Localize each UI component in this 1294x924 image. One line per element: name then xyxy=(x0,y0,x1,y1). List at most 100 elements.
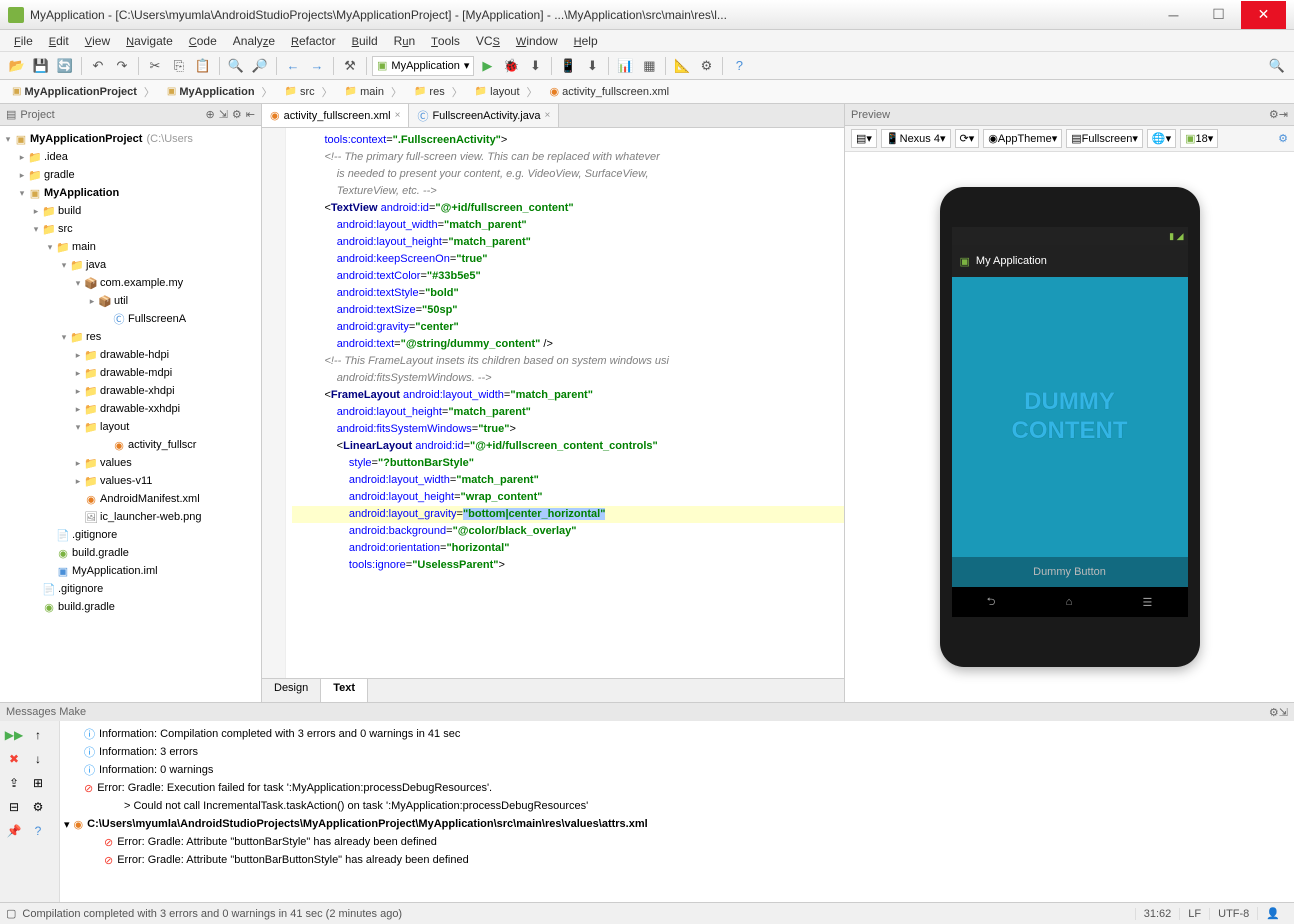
minimize-button[interactable]: ─ xyxy=(1151,1,1196,29)
tree-src[interactable]: src xyxy=(56,223,73,235)
filter-icon[interactable]: ⚙ xyxy=(28,797,48,817)
bc-main[interactable]: 📁main xyxy=(339,82,408,102)
cut-icon[interactable]: ✂ xyxy=(144,55,166,77)
variant-selector[interactable]: ▤Fullscreen▾ xyxy=(1066,129,1143,148)
menu-refactor[interactable]: Refactor xyxy=(283,32,344,50)
menu-edit[interactable]: Edit xyxy=(41,32,77,50)
text-tab[interactable]: Text xyxy=(321,679,368,702)
menu-vcs[interactable]: VCS xyxy=(468,32,508,50)
ddms-icon[interactable]: ▦ xyxy=(638,55,660,77)
bc-res[interactable]: 📁res xyxy=(408,82,469,102)
locale-icon[interactable]: 🌐▾ xyxy=(1147,129,1176,148)
collapse-icon[interactable]: ⇲ xyxy=(219,108,228,121)
make-icon[interactable]: ⚒ xyxy=(339,55,361,77)
tree-gradle[interactable]: gradle xyxy=(42,169,75,181)
copy-icon[interactable]: ⎘ xyxy=(168,55,190,77)
inspector-icon[interactable]: 👤 xyxy=(1257,907,1288,920)
tree-drawable-mdpi[interactable]: drawable-mdpi xyxy=(98,367,172,379)
structure-icon[interactable]: 📐 xyxy=(671,55,693,77)
menu-help[interactable]: Help xyxy=(566,32,606,50)
run-icon[interactable]: ▶ xyxy=(476,55,498,77)
menu-file[interactable]: File xyxy=(6,32,41,50)
tree-launcher[interactable]: ic_launcher-web.png xyxy=(98,511,202,523)
forward-icon[interactable]: → xyxy=(306,55,328,77)
close-icon[interactable]: × xyxy=(395,110,401,121)
status-toggle-icon[interactable]: ▢ xyxy=(6,907,16,920)
tree-manifest[interactable]: AndroidManifest.xml xyxy=(98,493,200,505)
debug-icon[interactable]: 🐞 xyxy=(500,55,522,77)
tree-root[interactable]: MyApplicationProject xyxy=(28,133,142,145)
expand-icon[interactable]: ⊞ xyxy=(28,773,48,793)
stop-icon[interactable]: ✖ xyxy=(4,749,24,769)
tree-util[interactable]: util xyxy=(112,295,128,307)
zoom-icon[interactable]: ▤▾ xyxy=(851,129,877,148)
attach-icon[interactable]: ⬇ xyxy=(524,55,546,77)
device-selector[interactable]: 📱Nexus 4▾ xyxy=(881,129,951,148)
tree-fullscreen-activity[interactable]: FullscreenA xyxy=(126,313,186,325)
help-icon[interactable]: ? xyxy=(728,55,750,77)
tree-layout[interactable]: layout xyxy=(98,421,129,433)
tree-java[interactable]: java xyxy=(84,259,106,271)
project-tab-label[interactable]: Project xyxy=(20,109,54,121)
tree-gitignore[interactable]: .gitignore xyxy=(70,529,117,541)
tree-res[interactable]: res xyxy=(84,331,101,343)
tree-values[interactable]: values xyxy=(98,457,132,469)
tree-build[interactable]: build xyxy=(56,205,81,217)
bc-project[interactable]: ▣MyApplicationProject xyxy=(6,82,161,102)
paste-icon[interactable]: 📋 xyxy=(192,55,214,77)
tree-buildgradle[interactable]: build.gradle xyxy=(70,547,129,559)
tree-app[interactable]: MyApplication xyxy=(42,187,119,199)
messages-content[interactable]: ⓘInformation: Compilation completed with… xyxy=(60,721,1294,902)
tree-buildgradle2[interactable]: build.gradle xyxy=(56,601,115,613)
menu-navigate[interactable]: Navigate xyxy=(118,32,181,50)
save-icon[interactable]: 💾 xyxy=(30,55,52,77)
status-line-ending[interactable]: LF xyxy=(1179,908,1209,920)
monitor-icon[interactable]: 📊 xyxy=(614,55,636,77)
tree-drawable-xxhdpi[interactable]: drawable-xxhdpi xyxy=(98,403,180,415)
project-tree[interactable]: ▾▣MyApplicationProject(C:\Users ▸📁.idea … xyxy=(0,126,261,702)
menu-run[interactable]: Run xyxy=(386,32,423,50)
orientation-icon[interactable]: ⟳▾ xyxy=(955,129,980,148)
code-editor[interactable]: tools:context=".FullscreenActivity"> <!-… xyxy=(262,128,844,678)
redo-icon[interactable]: ↷ xyxy=(111,55,133,77)
msg-err2[interactable]: Error: Gradle: Attribute "buttonBarStyle… xyxy=(117,836,437,848)
menu-analyze[interactable]: Analyze xyxy=(225,32,283,50)
hide-icon[interactable]: ⇤ xyxy=(246,108,255,121)
menu-view[interactable]: View xyxy=(77,32,118,50)
hide-icon[interactable]: ⇲ xyxy=(1279,706,1288,719)
avd-icon[interactable]: 📱 xyxy=(557,55,579,77)
up-icon[interactable]: ↑ xyxy=(28,725,48,745)
settings-icon[interactable]: ⚙ xyxy=(695,55,717,77)
tree-drawable-hdpi[interactable]: drawable-hdpi xyxy=(98,349,169,361)
tab-activity-xml[interactable]: ◉activity_fullscreen.xml× xyxy=(262,104,409,127)
down-icon[interactable]: ↓ xyxy=(28,749,48,769)
sdk-icon[interactable]: ⬇ xyxy=(581,55,603,77)
run-config-selector[interactable]: ▣ MyApplication ▾ xyxy=(372,56,474,76)
undo-icon[interactable]: ↶ xyxy=(87,55,109,77)
rerun-icon[interactable]: ▶▶ xyxy=(4,725,24,745)
status-encoding[interactable]: UTF-8 xyxy=(1209,908,1257,920)
tree-iml[interactable]: MyApplication.iml xyxy=(70,565,158,577)
msg-err3[interactable]: Error: Gradle: Attribute "buttonBarButto… xyxy=(117,854,468,866)
find-icon[interactable]: 🔍 xyxy=(225,55,247,77)
tree-layout-file[interactable]: activity_fullscr xyxy=(126,439,196,451)
close-button[interactable]: ✕ xyxy=(1241,1,1286,29)
design-tab[interactable]: Design xyxy=(262,679,321,702)
collapse-icon[interactable]: ⊟ xyxy=(4,797,24,817)
theme-selector[interactable]: ◉AppTheme▾ xyxy=(983,129,1062,148)
back-icon[interactable]: ← xyxy=(282,55,304,77)
export-icon[interactable]: ⇪ xyxy=(4,773,24,793)
refresh-icon[interactable]: ⚙ xyxy=(1278,132,1288,145)
gear-icon[interactable]: ⚙ xyxy=(232,108,242,121)
tab-fullscreen-java[interactable]: ⒸFullscreenActivity.java× xyxy=(409,104,559,127)
tree-values11[interactable]: values-v11 xyxy=(98,475,152,487)
pin-icon[interactable]: 📌 xyxy=(4,821,24,841)
menu-tools[interactable]: Tools xyxy=(423,32,468,50)
close-icon[interactable]: × xyxy=(544,110,550,121)
api-selector[interactable]: ▣18▾ xyxy=(1180,129,1218,148)
tree-pkg[interactable]: com.example.my xyxy=(98,277,183,289)
menu-code[interactable]: Code xyxy=(181,32,225,50)
bc-src[interactable]: 📁src xyxy=(279,82,339,102)
status-position[interactable]: 31:62 xyxy=(1135,908,1180,920)
open-icon[interactable]: 📂 xyxy=(6,55,28,77)
